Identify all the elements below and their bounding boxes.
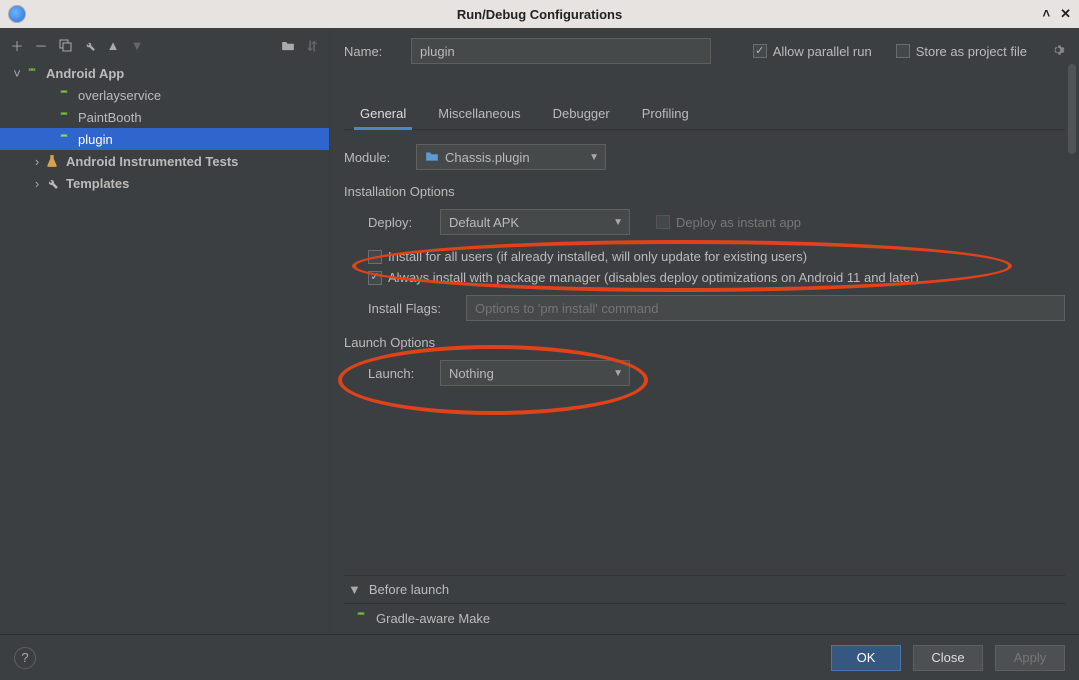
tree-node-instrumented[interactable]: › Android Instrumented Tests <box>0 150 329 172</box>
installation-section-title: Installation Options <box>344 184 1065 199</box>
checkbox-icon <box>896 44 910 58</box>
config-editor: Name: Allow parallel run Store as projec… <box>330 28 1079 633</box>
checkbox-icon <box>753 44 767 58</box>
flask-icon <box>44 153 60 169</box>
android-icon <box>24 65 40 81</box>
tree-item-overlayservice[interactable]: overlayservice <box>0 84 329 106</box>
android-icon <box>56 109 72 125</box>
tree-label: Templates <box>66 176 129 191</box>
chevron-down-icon: ▼ <box>613 368 623 379</box>
name-input[interactable] <box>411 38 711 64</box>
install-flags-input[interactable] <box>466 295 1065 321</box>
sort-icon[interactable] <box>305 38 319 52</box>
before-launch-title: Before launch <box>369 582 449 597</box>
module-icon <box>425 150 439 165</box>
tree-label: overlayservice <box>78 88 161 103</box>
store-project-label: Store as project file <box>916 44 1027 59</box>
dialog-footer: ? OK Close Apply <box>0 634 1079 680</box>
launch-section-title: Launch Options <box>344 335 1065 350</box>
deploy-instant-app-checkbox[interactable]: Deploy as instant app <box>656 215 801 230</box>
chevron-down-icon: ▼ <box>613 217 623 228</box>
tree-label: Android App <box>46 66 124 81</box>
before-launch-item[interactable]: Gradle-aware Make <box>344 603 1065 633</box>
android-icon <box>56 87 72 103</box>
before-launch-section: ▼ Before launch Gradle-aware Make <box>344 575 1065 633</box>
tree-label: Android Instrumented Tests <box>66 154 238 169</box>
always-install-pkg-mgr-checkbox[interactable]: Always install with package manager (dis… <box>368 270 919 285</box>
install-flags-label: Install Flags: <box>368 301 454 316</box>
tab-general[interactable]: General <box>344 98 422 129</box>
allow-parallel-checkbox[interactable]: Allow parallel run <box>753 44 872 59</box>
config-tree: ˅ Android App overlayservice PaintBooth <box>0 62 329 194</box>
install-all-users-checkbox[interactable]: Install for all users (if already instal… <box>368 249 807 264</box>
before-launch-item-label: Gradle-aware Make <box>376 611 490 626</box>
caret-right-icon: › <box>30 154 44 169</box>
android-icon <box>56 131 72 147</box>
apply-button[interactable]: Apply <box>995 645 1065 671</box>
help-icon: ? <box>21 650 28 665</box>
ok-button[interactable]: OK <box>831 645 901 671</box>
sidebar-toolbar: ＋ － ▲ ▼ <box>0 34 329 56</box>
install-all-users-label: Install for all users (if already instal… <box>388 249 807 264</box>
checkbox-icon <box>656 215 670 229</box>
deploy-instant-app-label: Deploy as instant app <box>676 215 801 230</box>
module-value: Chassis.plugin <box>445 150 530 165</box>
module-dropdown[interactable]: Chassis.plugin ▼ <box>416 144 606 170</box>
caret-down-icon: ˅ <box>10 66 24 81</box>
tab-miscellaneous[interactable]: Miscellaneous <box>422 98 536 129</box>
store-as-project-checkbox[interactable]: Store as project file <box>896 44 1027 59</box>
wrench-icon <box>44 175 60 191</box>
tree-label: plugin <box>78 132 113 147</box>
launch-label: Launch: <box>368 366 428 381</box>
window-title: Run/Debug Configurations <box>0 7 1079 22</box>
close-button[interactable]: Close <box>913 645 983 671</box>
help-button[interactable]: ? <box>14 647 36 669</box>
tree-item-plugin[interactable]: plugin <box>0 128 329 150</box>
add-icon[interactable]: ＋ <box>10 38 24 52</box>
launch-dropdown[interactable]: Nothing ▼ <box>440 360 630 386</box>
checkbox-icon <box>368 271 382 285</box>
app-icon <box>8 5 26 23</box>
titlebar: Run/Debug Configurations ˄ ✕ <box>0 0 1079 28</box>
collapse-icon[interactable]: ▼ <box>348 582 361 597</box>
allow-parallel-label: Allow parallel run <box>773 44 872 59</box>
copy-icon[interactable] <box>58 38 72 52</box>
name-label: Name: <box>344 44 399 59</box>
up-icon[interactable]: ▲ <box>106 38 120 52</box>
tab-profiling[interactable]: Profiling <box>626 98 705 129</box>
tab-bar: General Miscellaneous Debugger Profiling <box>344 98 1065 130</box>
deploy-dropdown[interactable]: Default APK ▼ <box>440 209 630 235</box>
tree-item-paintbooth[interactable]: PaintBooth <box>0 106 329 128</box>
android-icon <box>354 610 368 627</box>
deploy-value: Default APK <box>449 215 519 230</box>
scrollbar-thumb[interactable] <box>1068 64 1076 154</box>
module-label: Module: <box>344 150 404 165</box>
chevron-down-icon: ▼ <box>589 152 599 163</box>
tab-debugger[interactable]: Debugger <box>537 98 626 129</box>
caret-right-icon: › <box>30 176 44 191</box>
wrench-icon[interactable] <box>82 38 96 52</box>
minimize-icon[interactable]: ˄ <box>1043 6 1051 22</box>
launch-value: Nothing <box>449 366 494 381</box>
always-install-pkg-mgr-label: Always install with package manager (dis… <box>388 270 919 285</box>
deploy-label: Deploy: <box>368 215 428 230</box>
checkbox-icon <box>368 250 382 264</box>
tree-node-templates[interactable]: › Templates <box>0 172 329 194</box>
remove-icon[interactable]: － <box>34 38 48 52</box>
tree-label: PaintBooth <box>78 110 142 125</box>
folder-import-icon[interactable] <box>281 38 295 52</box>
gear-icon[interactable] <box>1051 43 1065 60</box>
tree-node-android-app[interactable]: ˅ Android App <box>0 62 329 84</box>
down-icon[interactable]: ▼ <box>130 38 144 52</box>
scrollbar[interactable] <box>1067 64 1077 583</box>
configurations-sidebar: ＋ － ▲ ▼ ˅ Android App <box>0 28 330 633</box>
close-icon[interactable]: ✕ <box>1060 6 1071 22</box>
